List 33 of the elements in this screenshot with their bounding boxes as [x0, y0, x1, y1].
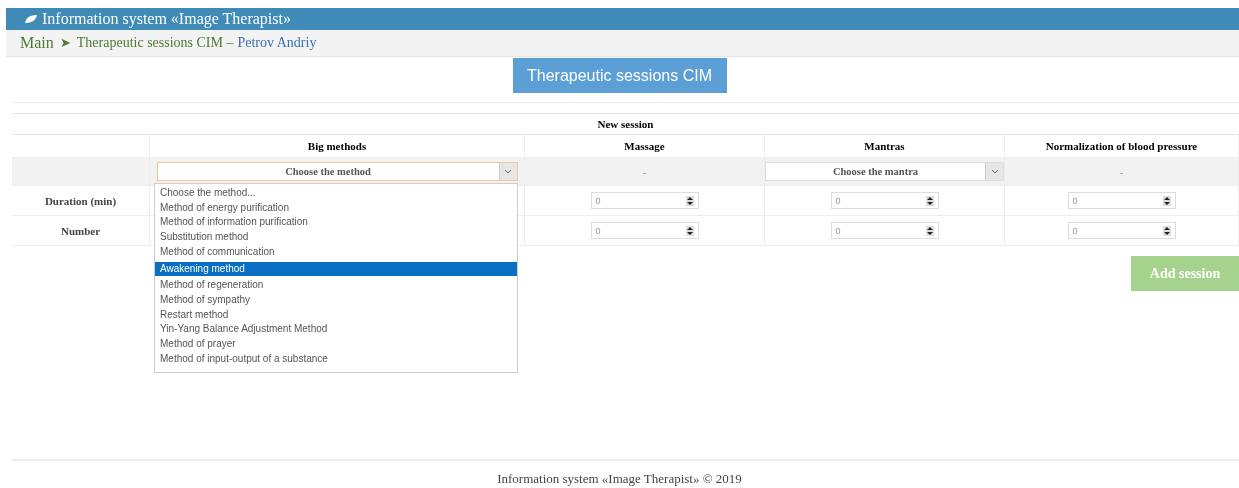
footer-text: Information system «Image Therapist» © 2019: [496, 470, 743, 488]
empty-value: -: [642, 165, 647, 178]
dropdown-option[interactable]: Substitution method: [155, 230, 517, 245]
spinner-icon: [925, 195, 934, 206]
row-label: Duration (min): [12, 186, 150, 216]
breadcrumb-link[interactable]: Main: [20, 34, 54, 52]
dropdown-option[interactable]: Method of sympathy: [155, 292, 517, 308]
app-title: Information system «Image Therapist»: [42, 10, 291, 28]
spinner-icon: [925, 225, 934, 236]
breadcrumb-separator: ➤: [59, 35, 71, 51]
dropdown-option[interactable]: Method of input-output of a substance: [155, 351, 517, 367]
caret-icon: [498, 163, 517, 180]
dropdown-option[interactable]: Method of energy purification: [155, 200, 517, 216]
dropdown-option[interactable]: Choose the method...: [155, 186, 517, 201]
breadcrumb-current: Therapeutic sessions CIM –: [76, 35, 234, 51]
select-field[interactable]: Choose the mantra: [765, 162, 1004, 181]
dropdown-option[interactable]: Method of information purification: [155, 215, 517, 231]
empty-value: -: [1119, 165, 1124, 178]
spinner-icon: [1162, 195, 1171, 206]
spinner-icon: [1162, 225, 1171, 236]
dropdown-option[interactable]: Restart method: [155, 307, 517, 323]
table-caption: New session: [12, 114, 1239, 135]
dropdown-option[interactable]: Awakening method: [155, 261, 517, 277]
dropdown-option[interactable]: Method of communication: [155, 244, 517, 260]
spinner-icon: [685, 225, 694, 236]
select-field[interactable]: Choose the method: [156, 162, 518, 181]
row-label: Number: [12, 216, 150, 246]
dropdown-option[interactable]: Method of regeneration: [155, 278, 517, 293]
dropdown-option[interactable]: Method of prayer: [155, 337, 517, 352]
user-link[interactable]: Petrov Andriy: [237, 35, 317, 51]
leaf-icon: [24, 14, 38, 24]
dropdown-option[interactable]: Yin-Yang Balance Adjustment Method: [155, 322, 517, 338]
spinner-icon: [685, 195, 694, 206]
